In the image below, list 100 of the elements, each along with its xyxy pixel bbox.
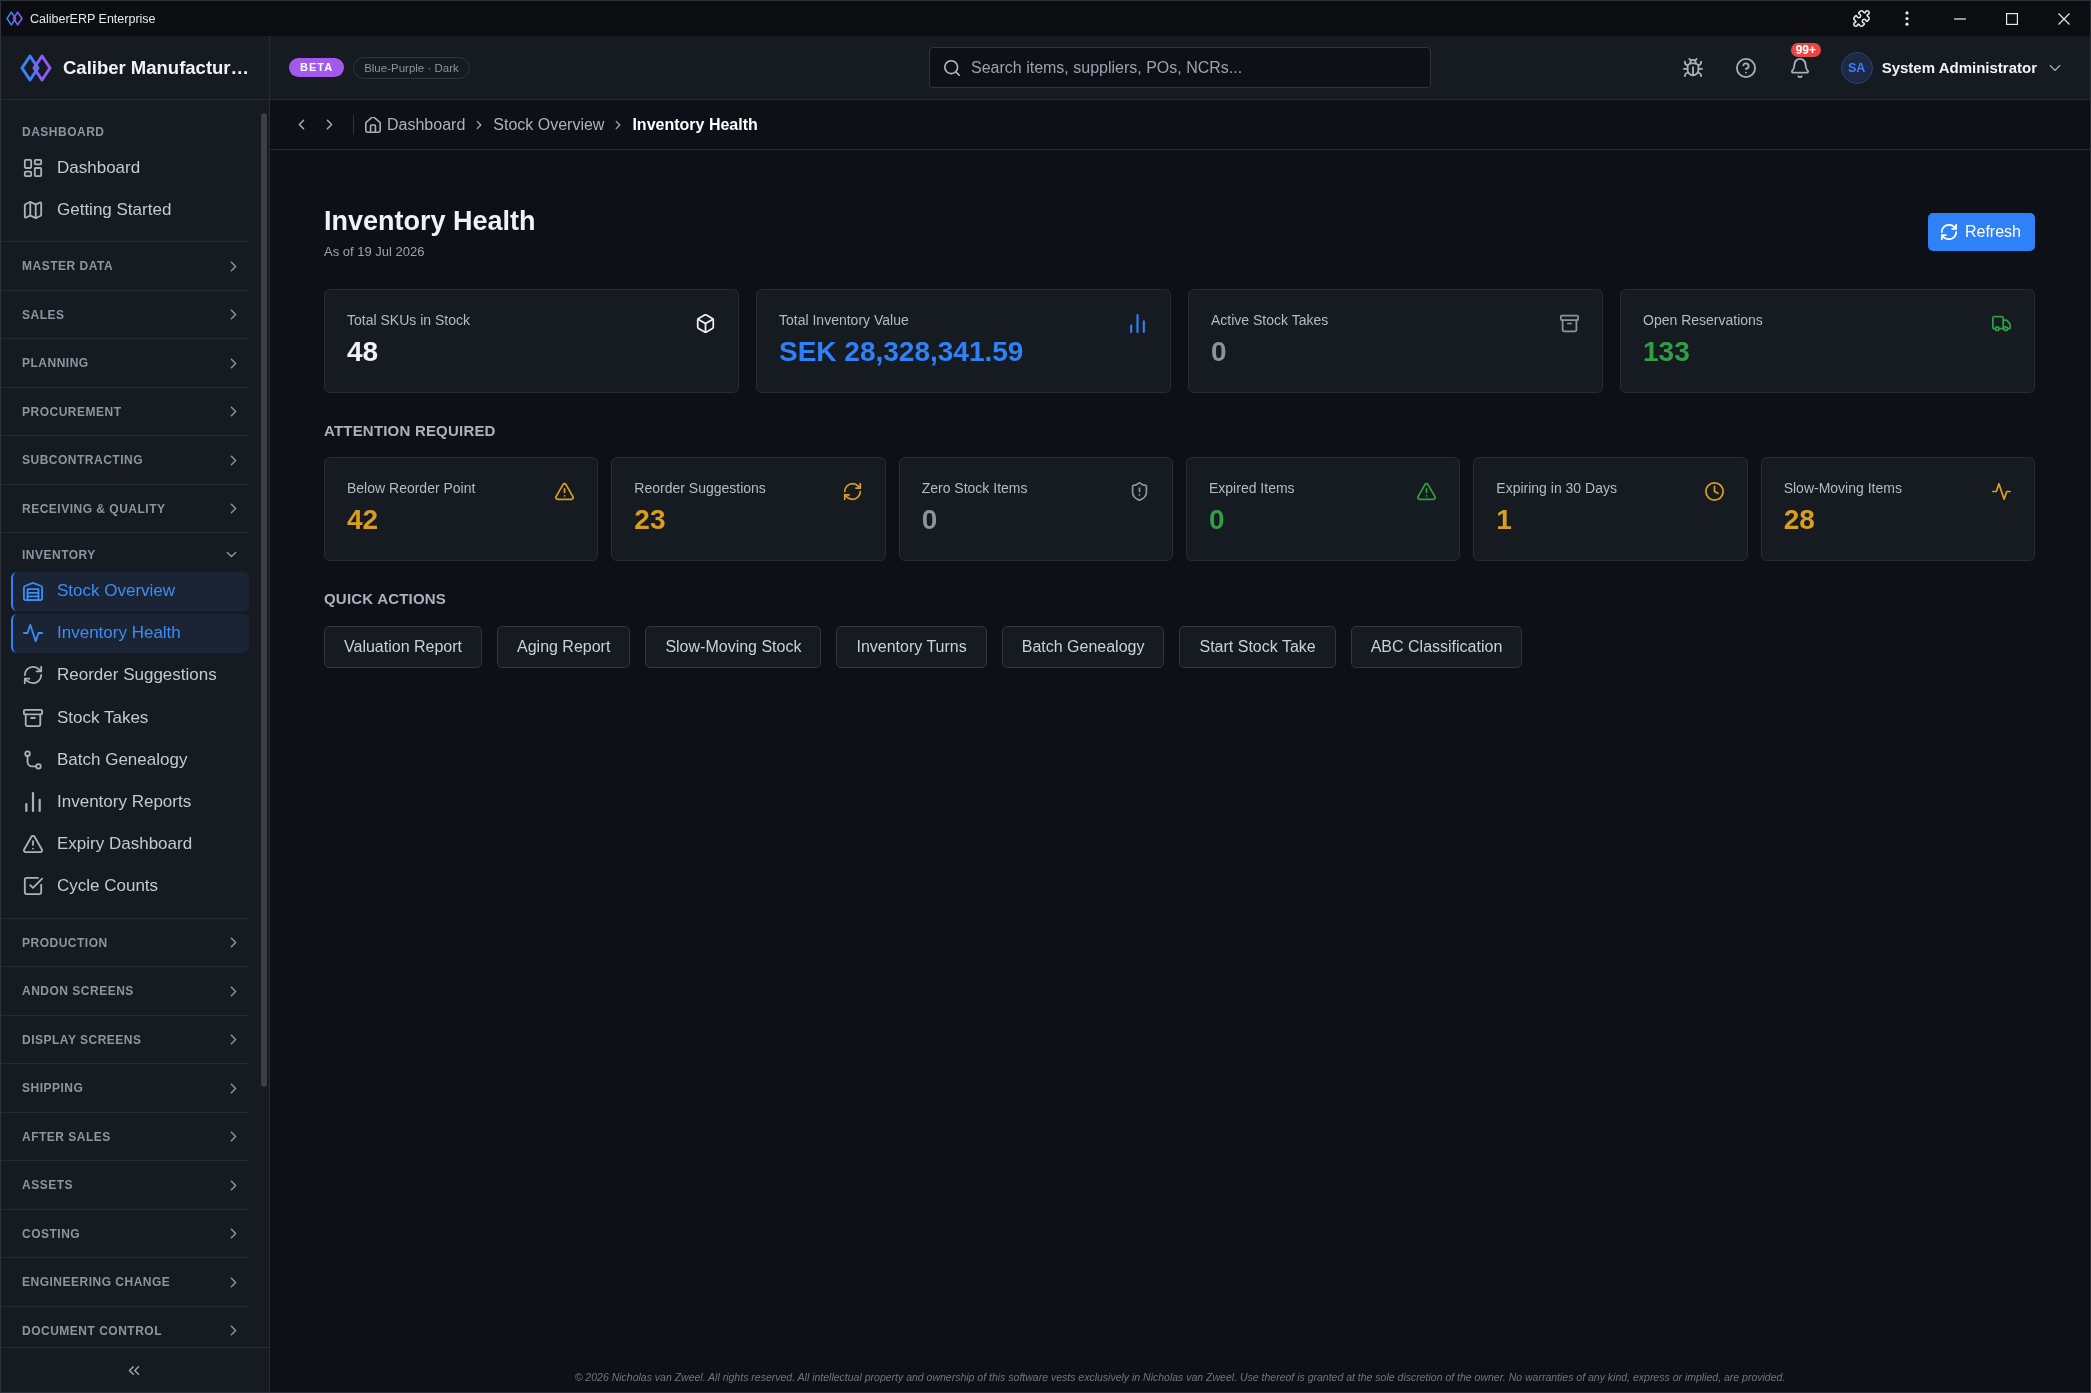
warning-triangle-icon [555,482,575,501]
refresh-button[interactable]: Refresh [1927,213,2035,251]
stat-label: Open Reservations [1643,311,1763,329]
archive-box-icon [1560,314,1579,333]
alert-count: 23 [634,503,667,537]
quick-action-button[interactable]: Aging Report [497,626,631,668]
nav-group-toggle[interactable]: ASSETS [1,1161,249,1209]
user-avatar[interactable]: SA [1840,51,1873,84]
nav-group-toggle[interactable]: PRODUCTION [1,918,249,967]
nav-item[interactable]: Stock Overview [11,571,249,611]
scrollbar-thumb[interactable] [261,113,267,1087]
stat-value: SEK 28,328,341.59 [779,335,1024,369]
alert-label: Expired Items [1209,479,1295,497]
quick-action-button[interactable]: Inventory Turns [836,626,987,668]
nav-group-toggle[interactable]: SUBCONTRACTING [1,436,249,484]
nav-group-toggle[interactable]: SALES [1,290,249,339]
alert-label: Expiring in 30 Days [1496,479,1617,497]
refresh-icon [23,665,43,686]
nav-group-toggle[interactable]: ANDON SCREENS [1,967,249,1015]
more-options-icon[interactable] [1905,11,1909,26]
cube-icon [696,314,715,333]
nav-item[interactable]: Dashboard [11,148,249,188]
bar-chart-icon [23,792,43,812]
notification-badge: 99+ [1790,42,1822,57]
nav-group-toggle[interactable]: RECEIVING & QUALITY [1,484,249,533]
breadcrumb-link[interactable]: Stock Overview [493,115,605,134]
bar-chart-icon [1128,314,1147,333]
nav-group-toggle[interactable]: DISPLAY SCREENS [1,1015,249,1064]
breadcrumb-link[interactable]: Dashboard [387,115,466,134]
stat-label: Total Inventory Value [779,311,910,329]
shield-alert-icon [1130,482,1149,501]
alert-label: Reorder Suggestions [634,479,766,497]
nav-group-toggle[interactable]: SHIPPING [1,1064,249,1112]
map-icon [23,199,43,220]
stat-value: 48 [347,335,380,369]
nav-item[interactable]: Expiry Dashboard [11,824,249,864]
nav-item[interactable]: Inventory Reports [11,782,249,822]
chevron-left-icon[interactable] [298,119,305,130]
chevron-right-icon [615,119,622,130]
chevron-down-icon[interactable] [2049,63,2061,72]
nav-item[interactable]: Reorder Suggestions [11,655,249,695]
alert-label: Zero Stock Items [921,479,1028,497]
clock-icon [1704,482,1724,501]
alert-label: Below Reorder Point [347,479,476,497]
warehouse-icon [23,581,43,602]
refresh-icon [1940,224,1957,240]
warning-triangle-icon [23,834,43,855]
brand-name: Caliber Manufactur… [63,56,250,79]
page-title: Inventory Health [324,205,536,237]
breadcrumb-link[interactable]: Inventory Health [632,115,758,134]
beta-badge: BETA [289,58,345,77]
section-heading: ATTENTION REQUIRED [324,422,497,440]
puzzle-icon[interactable] [1852,10,1870,27]
warning-triangle-icon [1417,482,1437,501]
home-icon[interactable] [365,116,381,133]
stat-label: Total SKUs in Stock [347,311,470,329]
nav-group-toggle[interactable]: PROCUREMENT [1,387,249,436]
alert-count: 0 [921,503,939,537]
logo-icon [6,11,23,26]
user-name[interactable]: System Administrator [1881,59,2037,76]
quick-action-button[interactable]: Start Stock Take [1179,626,1336,668]
logo-icon [20,53,52,82]
stat-value: 133 [1643,335,1691,369]
help-icon[interactable] [1735,57,1756,78]
bug-icon[interactable] [1682,57,1703,78]
alert-count: 28 [1783,503,1816,537]
double-chevron-left-icon[interactable] [128,1365,140,1375]
close-icon[interactable] [2058,12,2070,25]
nav-item[interactable]: Inventory Health [11,613,249,653]
nav-group-toggle[interactable]: COSTING [1,1209,249,1258]
nav-item[interactable]: Getting Started [11,190,249,230]
quick-action-button[interactable]: Valuation Report [324,626,482,668]
alert-label: Slow-Moving Items [1783,479,1902,497]
dashboard-grid-icon [23,157,43,178]
minimize-icon[interactable] [1954,17,1966,20]
alert-count: 42 [347,503,380,537]
truck-icon [1992,314,2011,333]
nav-item[interactable]: Cycle Counts [11,866,249,906]
connected-nodes-icon [23,749,43,770]
archive-box-icon [23,707,43,728]
quick-action-button[interactable]: ABC Classification [1350,626,1523,668]
chevron-right-icon [476,119,483,130]
nav-group-toggle[interactable]: PLANNING [1,339,249,387]
nav-item[interactable]: Batch Genealogy [11,740,249,780]
bell-icon[interactable] [1789,57,1810,78]
nav-group-toggle[interactable]: AFTER SALES [1,1112,249,1161]
section-heading: QUICK ACTIONS [324,590,448,608]
checkbox-icon [23,876,43,897]
nav-group-toggle[interactable]: INVENTORY [1,541,249,569]
nav-group-toggle[interactable]: MASTER DATA [1,242,249,290]
chevron-right-icon[interactable] [326,119,333,130]
quick-action-button[interactable]: Batch Genealogy [1001,626,1165,668]
alert-count: 0 [1209,503,1226,537]
nav-group-toggle[interactable]: ENGINEERING CHANGE [1,1258,249,1306]
page-subtitle: As of 19 Jul 2026 [324,244,426,260]
nav-group-toggle[interactable]: DOCUMENT CONTROL [1,1306,249,1347]
maximize-icon[interactable] [2006,12,2018,25]
search-icon [944,59,960,76]
nav-item[interactable]: Stock Takes [11,698,249,738]
quick-action-button[interactable]: Slow-Moving Stock [645,626,822,668]
